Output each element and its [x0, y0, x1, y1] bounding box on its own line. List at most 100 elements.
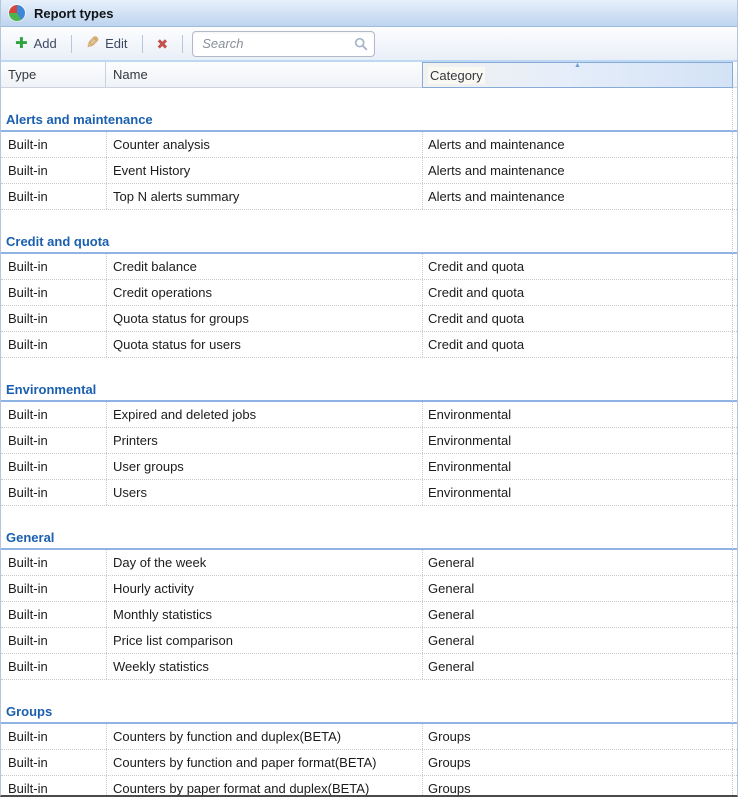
cell-category: Alerts and maintenance: [422, 184, 737, 209]
magnifier-icon[interactable]: [354, 37, 368, 51]
group-header-label: General: [1, 528, 737, 550]
column-header-row: Type Name ▲ Category: [1, 60, 737, 88]
cell-type: Built-in: [1, 750, 106, 775]
cell-category: General: [422, 576, 737, 601]
cell-category: Credit and quota: [422, 280, 737, 305]
cell-category: Alerts and maintenance: [422, 132, 737, 157]
edit-button[interactable]: ✎ Edit: [79, 32, 135, 56]
group-rows: Built-in Expired and deleted jobs Enviro…: [1, 402, 737, 506]
group-rows: Built-in Credit balance Credit and quota…: [1, 254, 737, 358]
table-row[interactable]: Built-in Price list comparison General: [1, 628, 737, 654]
cell-category: General: [422, 628, 737, 653]
cell-category: General: [422, 602, 737, 627]
cell-type: Built-in: [1, 654, 106, 679]
cell-category: Environmental: [422, 480, 737, 505]
table-row[interactable]: Built-in Quota status for groups Credit …: [1, 306, 737, 332]
table-row[interactable]: Built-in Credit operations Credit and qu…: [1, 280, 737, 306]
cell-type: Built-in: [1, 158, 106, 183]
search-box[interactable]: [192, 31, 375, 57]
page-title: Report types: [34, 6, 113, 21]
table-row[interactable]: Built-in Event History Alerts and mainte…: [1, 158, 737, 184]
cell-name: Price list comparison: [106, 628, 422, 653]
table-row[interactable]: Built-in Users Environmental: [1, 480, 737, 506]
cell-category: General: [422, 550, 737, 575]
cell-name: Quota status for groups: [106, 306, 422, 331]
group-rows: Built-in Counter analysis Alerts and mai…: [1, 132, 737, 210]
cell-category: Groups: [422, 724, 737, 749]
group-header[interactable]: Credit and quota: [1, 210, 737, 254]
group-section: Environmental Built-in Expired and delet…: [1, 358, 737, 506]
cell-category: Environmental: [422, 402, 737, 427]
group-header[interactable]: Alerts and maintenance: [1, 88, 737, 132]
column-header-type-label: Type: [8, 67, 36, 82]
group-header-label: Groups: [1, 702, 737, 724]
cell-type: Built-in: [1, 576, 106, 601]
group-header[interactable]: General: [1, 506, 737, 550]
group-rows: Built-in Counters by function and duplex…: [1, 724, 737, 797]
table-row[interactable]: Built-in User groups Environmental: [1, 454, 737, 480]
group-header-label: Environmental: [1, 380, 737, 402]
group-section: Credit and quota Built-in Credit balance…: [1, 210, 737, 358]
cell-name: Counters by function and paper format(BE…: [106, 750, 422, 775]
cell-type: Built-in: [1, 254, 106, 279]
add-button-label: Add: [34, 36, 57, 51]
group-header-label: Alerts and maintenance: [1, 110, 737, 132]
delete-button[interactable]: ✖: [150, 33, 176, 55]
table-row[interactable]: Built-in Counter analysis Alerts and mai…: [1, 132, 737, 158]
table-row[interactable]: Built-in Counters by function and duplex…: [1, 724, 737, 750]
column-header-category-label: Category: [428, 67, 485, 84]
table-row[interactable]: Built-in Printers Environmental: [1, 428, 737, 454]
table-row[interactable]: Built-in Day of the week General: [1, 550, 737, 576]
cell-type: Built-in: [1, 428, 106, 453]
cell-type: Built-in: [1, 724, 106, 749]
cell-name: Event History: [106, 158, 422, 183]
search-input[interactable]: [202, 36, 350, 51]
table-body: Alerts and maintenance Built-in Counter …: [1, 88, 737, 797]
column-header-category[interactable]: ▲ Category: [422, 62, 733, 88]
add-button[interactable]: ✚ Add: [8, 32, 64, 55]
cell-category: Groups: [422, 750, 737, 775]
cell-type: Built-in: [1, 480, 106, 505]
group-header[interactable]: Environmental: [1, 358, 737, 402]
cell-category: Environmental: [422, 454, 737, 479]
toolbar-separator: [71, 35, 72, 53]
cell-name: Credit balance: [106, 254, 422, 279]
title-bar: Report types: [1, 0, 737, 27]
cell-type: Built-in: [1, 280, 106, 305]
report-types-window: Report types ✚ Add ✎ Edit ✖: [0, 0, 738, 797]
pie-chart-icon: [9, 5, 25, 21]
group-header-label: Credit and quota: [1, 232, 737, 254]
table-row[interactable]: Built-in Counters by function and paper …: [1, 750, 737, 776]
table-row[interactable]: Built-in Credit balance Credit and quota: [1, 254, 737, 280]
column-header-type[interactable]: Type: [1, 62, 106, 87]
cell-name: Top N alerts summary: [106, 184, 422, 209]
table-row[interactable]: Built-in Top N alerts summary Alerts and…: [1, 184, 737, 210]
column-header-name[interactable]: Name: [106, 62, 422, 87]
cell-name: Printers: [106, 428, 422, 453]
cell-name: Hourly activity: [106, 576, 422, 601]
cell-type: Built-in: [1, 306, 106, 331]
table-row[interactable]: Built-in Expired and deleted jobs Enviro…: [1, 402, 737, 428]
cell-type: Built-in: [1, 184, 106, 209]
edit-button-label: Edit: [105, 36, 127, 51]
cell-name: Monthly statistics: [106, 602, 422, 627]
pencil-icon: ✎: [86, 36, 99, 52]
table-row[interactable]: Built-in Quota status for users Credit a…: [1, 332, 737, 358]
cell-name: Expired and deleted jobs: [106, 402, 422, 427]
cell-name: Day of the week: [106, 550, 422, 575]
cell-name: User groups: [106, 454, 422, 479]
cell-category: Alerts and maintenance: [422, 158, 737, 183]
cell-name: Quota status for users: [106, 332, 422, 357]
table-row[interactable]: Built-in Hourly activity General: [1, 576, 737, 602]
cell-type: Built-in: [1, 454, 106, 479]
cell-type: Built-in: [1, 602, 106, 627]
cell-name: Counter analysis: [106, 132, 422, 157]
group-header[interactable]: Groups: [1, 680, 737, 724]
cell-type: Built-in: [1, 402, 106, 427]
column-header-name-label: Name: [113, 67, 148, 82]
table-row[interactable]: Built-in Counters by paper format and du…: [1, 776, 737, 797]
table-row[interactable]: Built-in Weekly statistics General: [1, 654, 737, 680]
table-row[interactable]: Built-in Monthly statistics General: [1, 602, 737, 628]
cell-name: Credit operations: [106, 280, 422, 305]
cell-name: Counters by paper format and duplex(BETA…: [106, 776, 422, 797]
